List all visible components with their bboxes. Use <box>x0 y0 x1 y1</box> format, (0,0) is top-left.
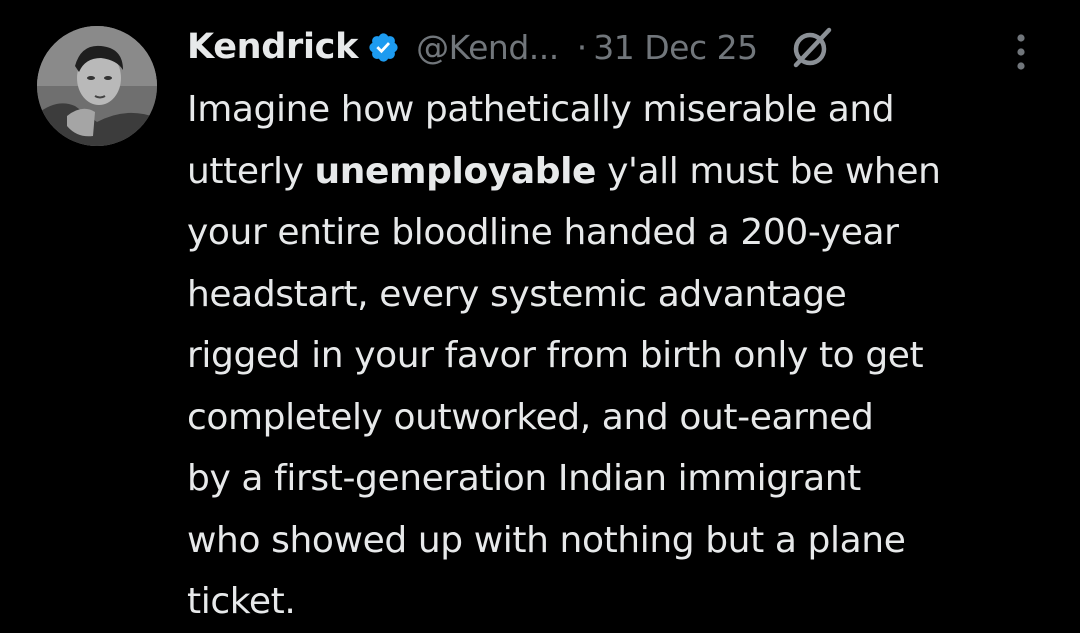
avatar[interactable] <box>37 26 157 146</box>
grok-slash-circle-icon[interactable] <box>788 23 836 71</box>
bold-text: unemployable <box>314 150 597 192</box>
tweet-text: Imagine how pathetically miserable and u… <box>187 79 1067 633</box>
tweet-line: headstart, every systemic advantage <box>187 273 847 315</box>
separator-dot: · <box>576 27 588 67</box>
tweet-date[interactable]: 31 Dec 25 <box>593 28 758 67</box>
tweet-line: Imagine how pathetically miserable and <box>187 89 895 130</box>
author-handle[interactable]: @Kend... <box>416 28 559 67</box>
tweet-header: Kendrick @Kend... · 31 Dec 25 <box>187 22 836 72</box>
tweet-card[interactable]: Kendrick @Kend... · 31 Dec 25 Imagine ho… <box>0 0 1080 630</box>
tweet-line: your entire bloodline handed a 200-year <box>187 212 899 253</box>
tweet-text-segment: utterly <box>187 150 315 192</box>
tweet-text-segment: y'all must be when <box>596 150 941 192</box>
verified-badge-icon[interactable] <box>367 31 400 64</box>
more-vertical-icon[interactable] <box>1008 30 1034 74</box>
tweet-line: ticket. <box>187 581 296 622</box>
tweet-line: who showed up with nothing but a plane <box>187 519 906 561</box>
tweet-line: utterly unemployable y'all must be when <box>187 141 1067 203</box>
tweet-line: rigged in your favor from birth only to … <box>187 335 924 376</box>
tweet-line: completely outworked, and out-earned <box>187 396 874 438</box>
author-name[interactable]: Kendrick <box>187 27 358 67</box>
tweet-line: by a first-generation Indian immigrant <box>187 458 861 499</box>
